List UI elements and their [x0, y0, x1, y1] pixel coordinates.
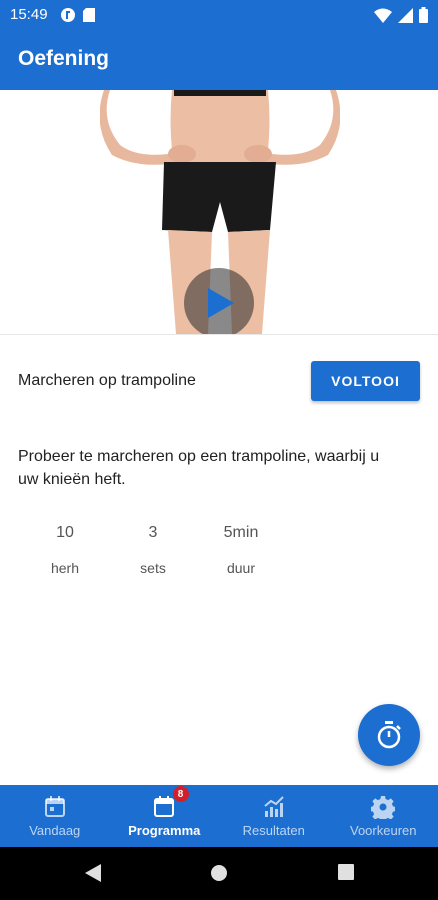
status-notification-icons [60, 7, 96, 23]
nav-label: Resultaten [242, 823, 305, 838]
nav-item-programma[interactable]: 8 Programma [110, 785, 220, 847]
home-icon[interactable] [209, 863, 229, 883]
system-navigation-bar [0, 847, 438, 900]
page-title: Oefening [18, 47, 110, 70]
divider [0, 334, 438, 335]
recents-icon[interactable] [337, 863, 355, 881]
bottom-navigation: Vandaag 8 Programma Resultaten Voorkeure… [0, 785, 438, 847]
stat-value: 3 [148, 524, 158, 541]
stat-duration: 5min duur [206, 522, 276, 576]
stat-sets: 3 sets [118, 522, 188, 576]
wifi-icon [374, 8, 392, 23]
stopwatch-icon [377, 721, 401, 749]
status-system-icons [374, 7, 428, 23]
complete-button[interactable]: VOLTOOI [311, 361, 420, 401]
stat-label: duur [226, 560, 256, 576]
sd-card-icon [83, 8, 95, 22]
stat-value: 10 [56, 524, 74, 541]
play-button[interactable] [184, 268, 254, 334]
exercise-description: Probeer te marcheren op een trampoline, … [18, 448, 380, 488]
stat-label: herh [50, 560, 80, 576]
stat-repetitions: 10 herh [30, 522, 100, 576]
app-bar: Oefening [0, 30, 438, 90]
exercise-video[interactable] [0, 90, 438, 334]
exercise-stats: 10 herh 3 sets 5min duur [30, 522, 280, 592]
timer-fab-button[interactable] [358, 704, 420, 766]
stat-value: 5min [223, 524, 259, 541]
back-icon[interactable] [84, 863, 102, 883]
nav-label: Vandaag [29, 823, 81, 838]
nav-label: Voorkeuren [350, 823, 417, 838]
stat-label: sets [140, 560, 166, 576]
nav-label: Programma [128, 823, 201, 838]
chart-icon [264, 796, 284, 817]
play-icon [208, 288, 234, 318]
exercise-name: Marcheren op trampoline [18, 372, 196, 389]
nav-item-vandaag[interactable]: Vandaag [0, 785, 110, 847]
nav-item-resultaten[interactable]: Resultaten [219, 785, 329, 847]
status-time: 15:49 [10, 6, 48, 23]
nav-item-voorkeuren[interactable]: Voorkeuren [329, 785, 438, 847]
calendar-icon [44, 796, 65, 817]
signal-icon [398, 7, 413, 23]
gear-icon [371, 796, 396, 819]
battery-icon [419, 7, 428, 23]
notification-badge: 8 [171, 785, 190, 803]
status-bar: 15:49 [0, 0, 438, 30]
app-notification-icon [61, 8, 75, 22]
